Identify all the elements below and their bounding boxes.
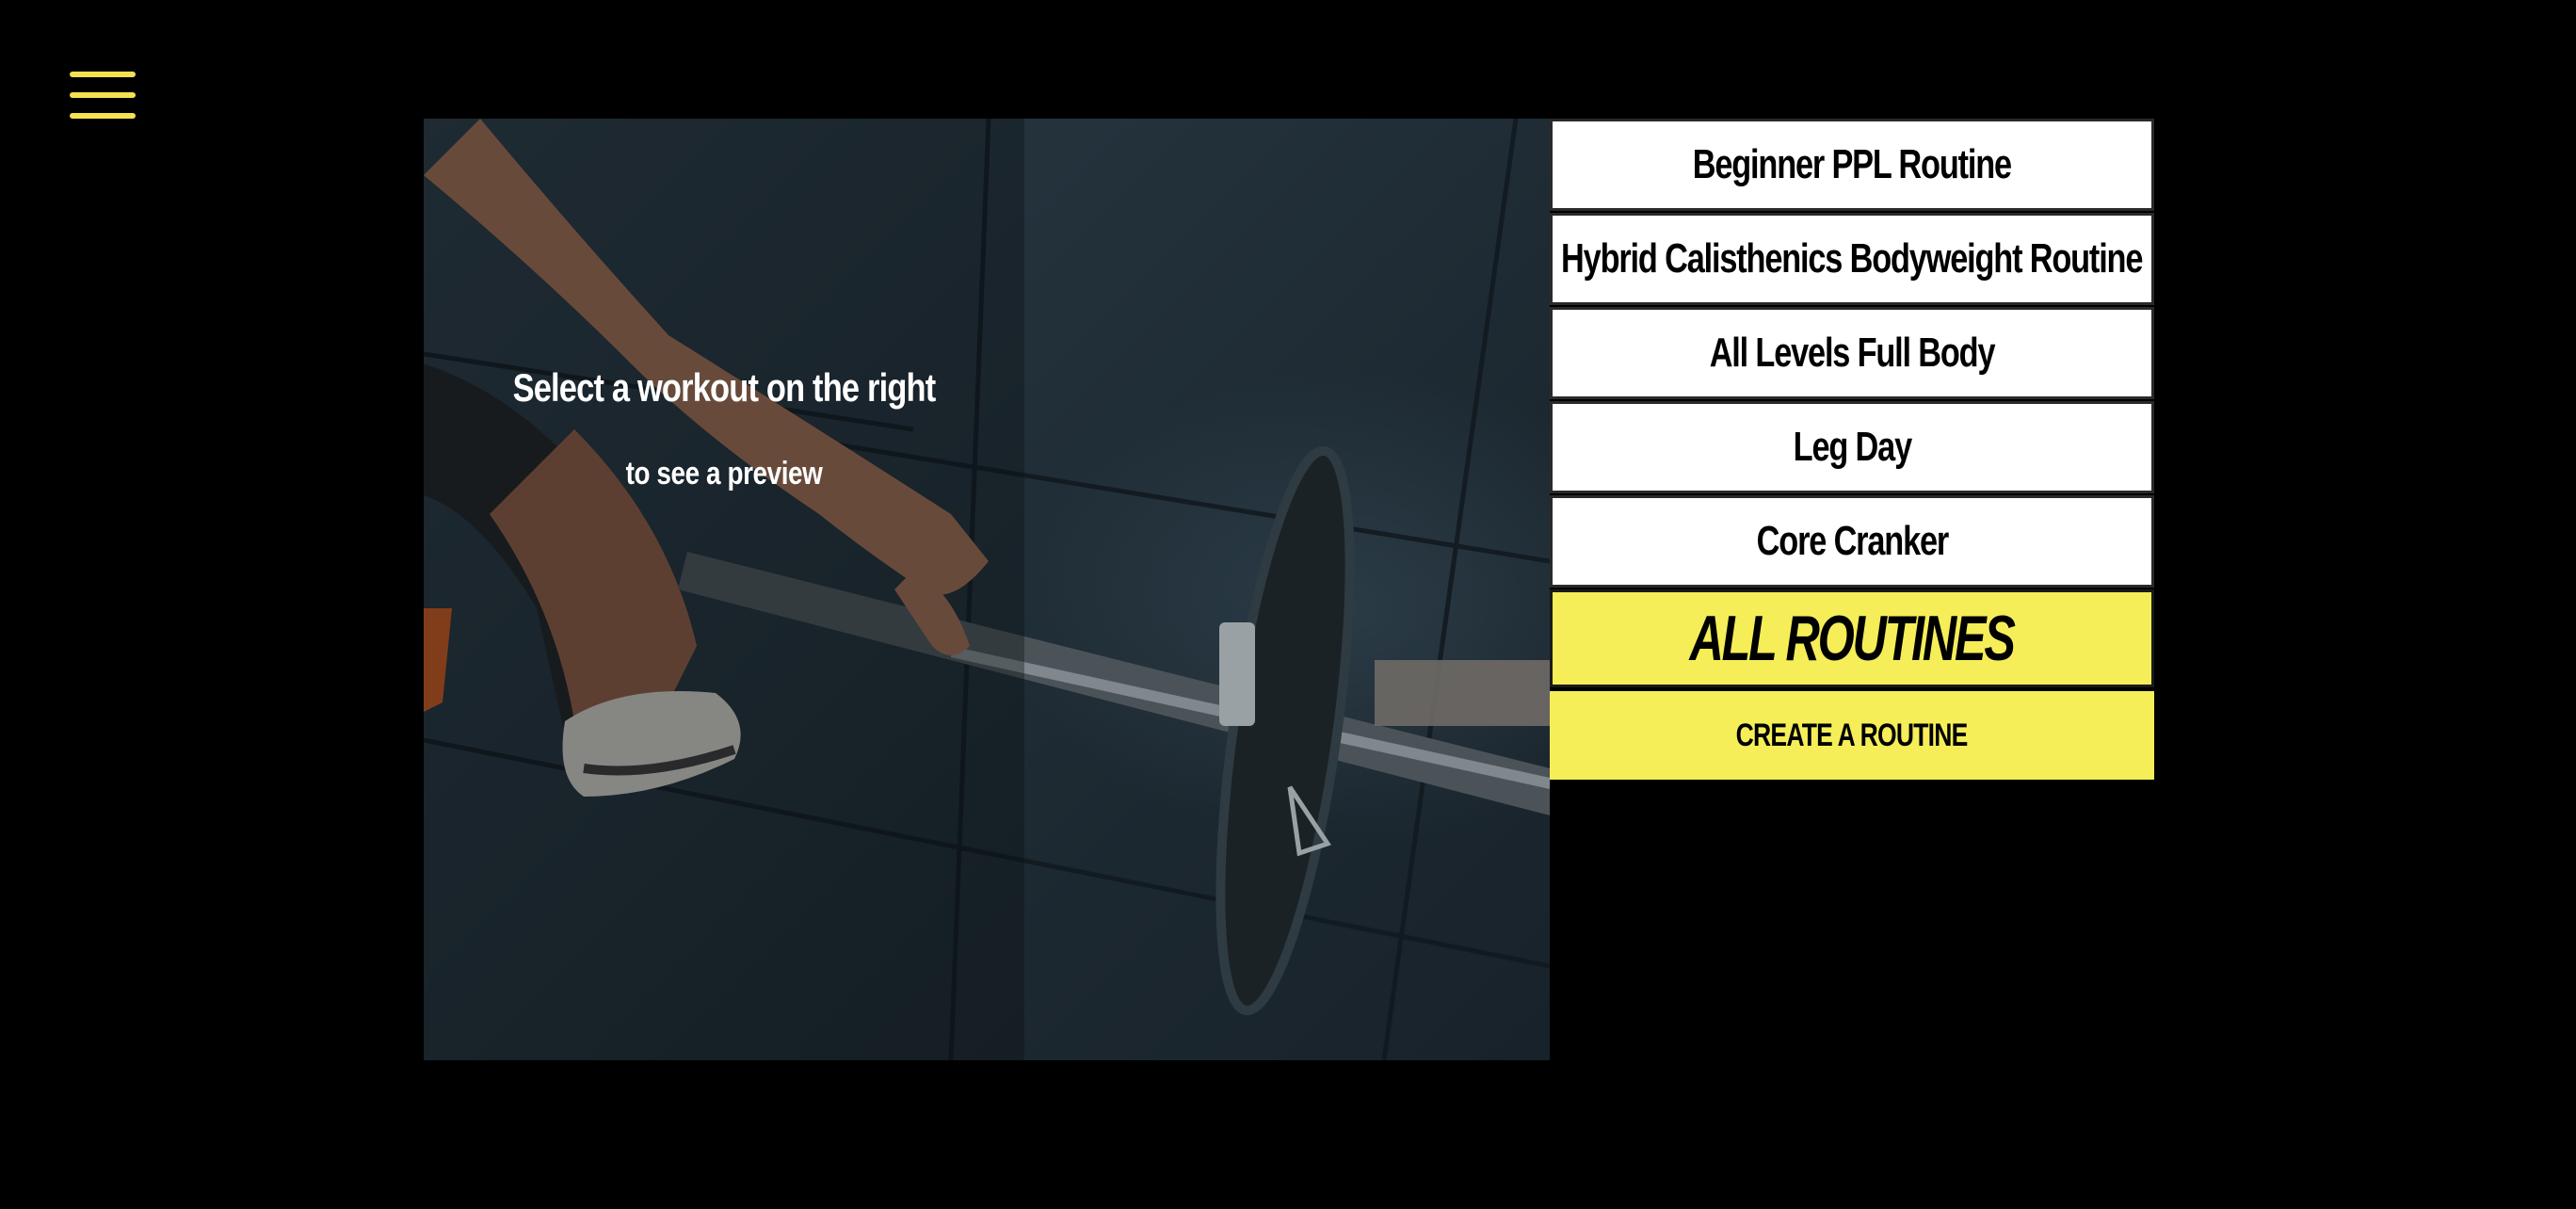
routine-item-label: Core Cranker: [1756, 518, 1949, 564]
create-routine-label: CREATE A ROUTINE: [1736, 717, 1969, 753]
preview-prompt-title: Select a workout on the right: [512, 365, 937, 410]
hamburger-bar: [70, 92, 136, 98]
preview-prompt-subtitle: to see a preview: [625, 456, 823, 492]
routine-item-beginner-ppl[interactable]: Beginner PPL Routine: [1550, 119, 2154, 211]
routine-item-hybrid-calisthenics[interactable]: Hybrid Calisthenics Bodyweight Routine: [1550, 213, 2154, 305]
all-routines-label: ALL ROUTINES: [1689, 603, 2016, 674]
hamburger-menu-icon[interactable]: [70, 70, 136, 121]
routine-item-label: All Levels Full Body: [1709, 330, 1996, 376]
routine-item-all-levels-full-body[interactable]: All Levels Full Body: [1550, 307, 2154, 399]
routine-item-label: Leg Day: [1793, 424, 1911, 470]
routine-item-label: Hybrid Calisthenics Bodyweight Routine: [1561, 235, 2143, 282]
image-dark-overlay: [424, 119, 1024, 1060]
workout-preview-image: Select a workout on the right to see a p…: [424, 119, 1550, 1060]
create-routine-button[interactable]: CREATE A ROUTINE: [1550, 691, 2154, 780]
page: Select a workout on the right to see a p…: [0, 0, 2576, 1209]
all-routines-button[interactable]: ALL ROUTINES: [1550, 589, 2154, 687]
routine-item-label: Beginner PPL Routine: [1692, 141, 2012, 187]
routine-item-leg-day[interactable]: Leg Day: [1550, 401, 2154, 493]
hamburger-bar: [70, 113, 136, 119]
routine-item-core-cranker[interactable]: Core Cranker: [1550, 495, 2154, 588]
routine-list: Beginner PPL Routine Hybrid Calisthenics…: [1550, 119, 2154, 780]
hamburger-bar: [70, 72, 136, 77]
